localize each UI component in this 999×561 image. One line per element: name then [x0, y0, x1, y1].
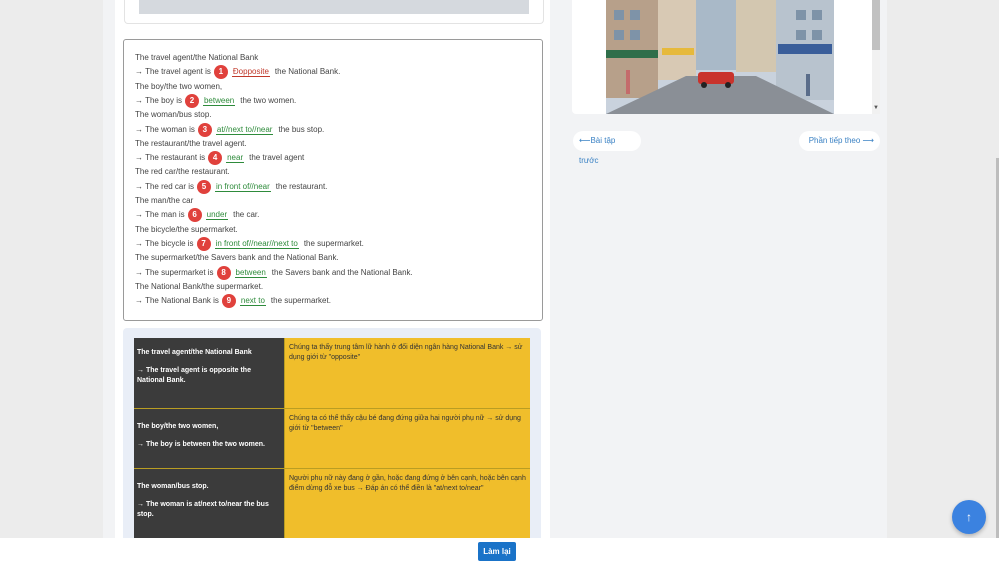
explanation-table: The travel agent/the National Bank → The…	[134, 338, 530, 540]
question-number-badge: 7	[196, 236, 211, 251]
street-illustration	[606, 0, 834, 114]
explanation-text: Người phụ nữ này đang ở gần, hoặc đang đ…	[284, 469, 530, 539]
exercise-prompt: The man/the car	[135, 196, 194, 205]
answer-prefix: → The National Bank is	[135, 296, 219, 306]
answer-suffix: the Savers bank and the National Bank.	[271, 267, 413, 277]
scroll-to-top-button[interactable]: ↑	[952, 500, 986, 534]
answer-input[interactable]: between	[234, 267, 267, 278]
explanation-sentence: The boy/the two women, → The boy is betw…	[134, 409, 284, 468]
arrow-right-icon: ⟶	[862, 136, 874, 145]
exercise-answer-line: → The woman is 3 at//next to//near the bus …	[135, 122, 325, 137]
sentence-pair: The woman/bus stop.	[137, 483, 209, 490]
redo-button[interactable]: Làm lại	[478, 542, 516, 561]
answer-input[interactable]: between	[202, 96, 236, 106]
answer-suffix: the travel agent	[249, 153, 305, 163]
sentence-pair: The travel agent/the National Bank	[137, 349, 252, 356]
exercise-answer-line: → The bicycle is 7 in front of//near//next…	[135, 236, 364, 251]
answer-input[interactable]: Đopposite	[231, 67, 270, 78]
exercise-answer-line: → The boy is 2 between the two women.	[135, 93, 297, 108]
illustration-image	[139, 0, 529, 14]
answer-suffix: the restaurant.	[275, 181, 328, 191]
question-number-badge: 1	[213, 65, 228, 80]
next-label: Phần tiếp theo	[808, 136, 861, 145]
exercise-answer-line: → The man is 6 under the car.	[135, 208, 260, 223]
answer-prefix: → The woman is	[135, 124, 195, 134]
sentence-answer: → The boy is between the two women.	[137, 441, 265, 448]
answer-input[interactable]: in front of//near	[214, 181, 271, 192]
answer-input[interactable]: next to	[239, 296, 266, 307]
question-number-badge: 4	[208, 151, 223, 166]
exercise-box: The travel agent/the National Bank → The …	[123, 39, 543, 321]
question-number-badge: 8	[216, 265, 231, 280]
question-number-badge: 6	[187, 208, 202, 223]
table-row: The travel agent/the National Bank → The…	[134, 338, 530, 409]
sentence-pair: The boy/the two women,	[137, 423, 219, 430]
question-number-badge: 3	[197, 122, 212, 137]
answer-input[interactable]: at//next to//near	[215, 124, 274, 135]
table-row: The woman/bus stop. → The woman is at/ne…	[134, 469, 530, 540]
exercise-prompt: The National Bank/the supermarket.	[135, 281, 264, 291]
exercise-prompt: The travel agent/the National Bank	[135, 53, 259, 62]
previous-exercise-button[interactable]: ⟵Bài tập trước	[573, 131, 641, 165]
answer-prefix: → The travel agent is	[135, 67, 211, 77]
exercise-prompt: The woman/bus stop.	[135, 110, 212, 120]
exercise-answer-line: → The travel agent is 1 Đopposite the Natio…	[135, 65, 341, 80]
explanation-sentence: The travel agent/the National Bank → The…	[134, 338, 284, 408]
answer-suffix: the National Bank.	[274, 67, 341, 77]
exercise-answer-line: → The National Bank is 9 next to the superm…	[135, 294, 331, 309]
question-number-badge: 2	[184, 93, 199, 108]
sentence-answer: → The woman is at/next to/near the bus s…	[137, 501, 269, 518]
explanation-sentence: The woman/bus stop. → The woman is at/ne…	[134, 469, 284, 539]
answer-prefix: → The bicycle is	[135, 239, 194, 248]
top-image-card	[124, 0, 544, 24]
answer-prefix: → The boy is	[135, 96, 182, 105]
table-row: The boy/the two women, → The boy is betw…	[134, 409, 530, 469]
sentence-answer: → The travel agent is opposite the Natio…	[137, 367, 251, 384]
scrollbar-thumb[interactable]	[872, 0, 880, 50]
answer-input[interactable]: near	[226, 153, 245, 164]
answer-suffix: the two women.	[240, 96, 297, 105]
exercise-answer-line: → The supermarket is 8 between the Savers b…	[135, 265, 413, 280]
answer-prefix: → The restaurant is	[135, 153, 206, 163]
question-number-badge: 5	[196, 179, 211, 194]
answer-prefix: → The man is	[135, 210, 185, 220]
exercise-answer-line: → The restaurant is 4 near the travel agent	[135, 151, 305, 166]
answer-suffix: the supermarket.	[303, 239, 364, 248]
answer-suffix: the car.	[233, 210, 260, 220]
street-scene-graphic	[606, 0, 834, 114]
answer-suffix: the bus stop.	[278, 124, 325, 134]
scroll-down-icon[interactable]: ▼	[873, 105, 879, 111]
explanation-text: Chúng ta thấy trung tâm lữ hành ở đối di…	[284, 338, 530, 408]
exercise-prompt: The supermarket/the Savers bank and the …	[135, 253, 339, 263]
answer-suffix: the supermarket.	[270, 296, 331, 306]
exercise-prompt: The restaurant/the travel agent.	[135, 138, 247, 148]
arrow-up-icon: ↑	[966, 510, 972, 524]
exercise-prompt: The bicycle/the supermarket.	[135, 224, 238, 234]
explanation-panel: The travel agent/the National Bank → The…	[123, 328, 541, 561]
street-image-card: ▼	[572, 0, 880, 114]
answer-prefix: → The red car is	[135, 181, 194, 191]
answer-input[interactable]: under	[205, 210, 229, 221]
image-scrollbar[interactable]: ▼	[872, 0, 880, 114]
question-number-badge: 9	[221, 294, 236, 309]
exercise-answer-line: → The red car is 5 in front of//near the re…	[135, 179, 328, 194]
explanation-text: Chúng ta có thể thấy cậu bé đang đứng gi…	[284, 409, 530, 468]
exercise-prompt: The red car/the restaurant.	[135, 167, 230, 177]
answer-input[interactable]: in front of//near//next to	[214, 239, 299, 249]
exercise-prompt: The boy/the two women,	[135, 81, 223, 91]
next-section-button[interactable]: Phần tiếp theo ⟶	[799, 131, 880, 151]
answer-prefix: → The supermarket is	[135, 267, 214, 277]
arrow-left-icon: ⟵	[579, 136, 591, 145]
